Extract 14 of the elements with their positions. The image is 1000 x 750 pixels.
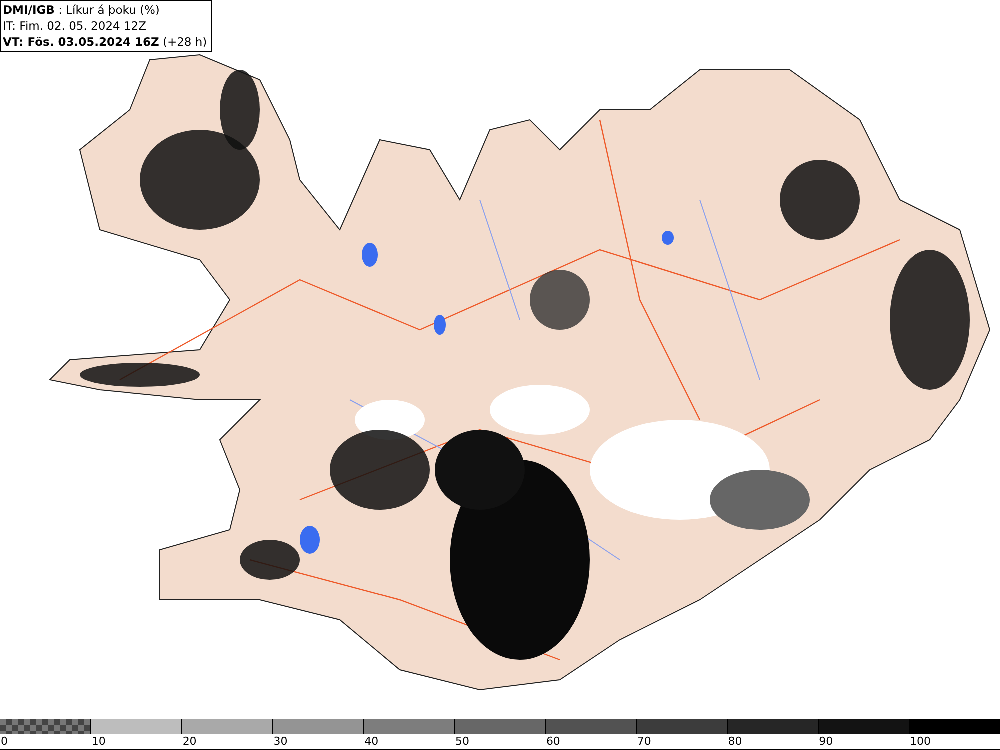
- info-line: VT: Fös. 03.05.2024 16Z (+28 h): [3, 34, 208, 50]
- legend-label: 50: [454, 734, 470, 748]
- legend-label: 30: [272, 734, 288, 748]
- info-line: IT: Fim. 02. 05. 2024 12Z: [3, 18, 148, 34]
- legend-label: 80: [727, 734, 742, 748]
- legend-label: 40: [364, 734, 379, 748]
- info-line: DMI/IGB : Líkur á þoku (%): [3, 2, 161, 18]
- legend-label: 10: [90, 734, 106, 748]
- legend-label: 20: [182, 734, 197, 748]
- legend-label: 70: [636, 734, 652, 748]
- legend-label: 100: [909, 734, 932, 748]
- legend-label: 0: [0, 734, 8, 748]
- legend-label: 60: [545, 734, 560, 748]
- legend-label: 90: [818, 734, 834, 748]
